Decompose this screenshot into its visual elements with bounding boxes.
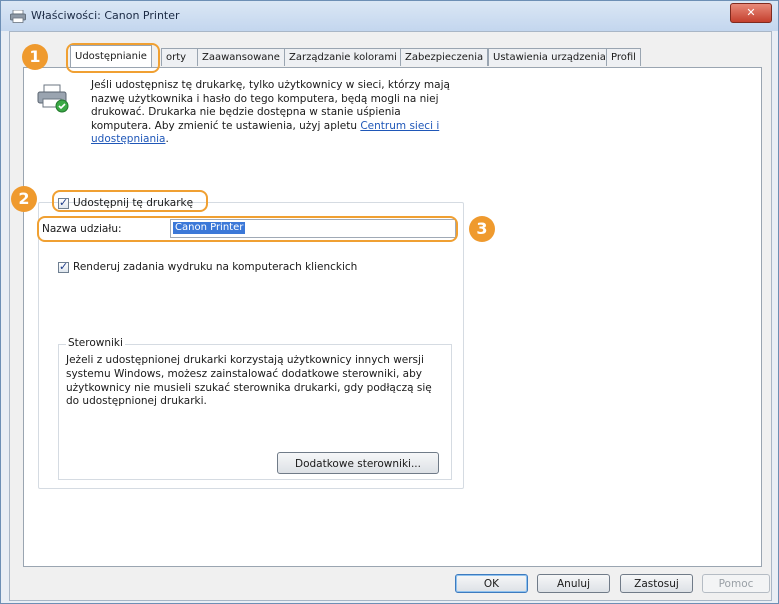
render-jobs-checkbox[interactable]: ✓ <box>58 260 69 273</box>
drivers-description: Jeżeli z udostępnionej drukarki korzysta… <box>66 354 432 408</box>
tab-label: Zarządzanie kolorami <box>289 52 397 63</box>
tab-label: Ustawienia urządzenia <box>493 52 606 63</box>
tab-security[interactable]: Zabezpieczenia <box>400 48 489 66</box>
step-badge-1: 1 <box>22 44 48 70</box>
window-title: Właściwości: Canon Printer <box>31 9 180 22</box>
tab-device-settings[interactable]: Ustawienia urządzenia <box>488 48 611 66</box>
step-badge-3: 3 <box>469 216 495 242</box>
highlight-share-checkbox <box>52 190 208 212</box>
help-button[interactable]: Pomoc <box>702 574 770 593</box>
sharing-info-text: Jeśli udostępnisz tę drukarkę, tylko uży… <box>91 79 450 145</box>
tab-label: Zabezpieczenia <box>405 52 484 63</box>
close-button[interactable]: ✕ <box>730 3 772 23</box>
tab-label: Udostępnianie <box>75 51 147 62</box>
tab-label: orty <box>166 52 187 63</box>
render-jobs-label: Renderuj zadania wydruku na komputerach … <box>73 261 358 273</box>
printer-title-icon <box>10 10 26 23</box>
tab-color-management[interactable]: Zarządzanie kolorami <box>284 48 402 66</box>
title-bar[interactable]: Właściwości: Canon Printer ✕ <box>1 1 778 31</box>
tab-advanced[interactable]: Zaawansowane <box>197 48 285 66</box>
tab-label: Profil <box>611 52 636 63</box>
drivers-legend: Sterowniki <box>66 337 125 349</box>
apply-button[interactable]: Zastosuj <box>620 574 693 593</box>
tab-label: Zaawansowane <box>202 52 280 63</box>
shared-printer-icon <box>37 84 69 113</box>
highlight-share-name <box>37 216 458 242</box>
checkmark-icon: ✓ <box>59 260 69 273</box>
additional-drivers-button[interactable]: Dodatkowe sterowniki... <box>277 452 439 474</box>
tab-sharing[interactable]: Udostępnianie <box>70 45 152 67</box>
tab-profile[interactable]: Profil <box>606 48 641 66</box>
step-badge-2: 2 <box>11 186 37 212</box>
cancel-button[interactable]: Anuluj <box>537 574 610 593</box>
ok-button[interactable]: OK <box>455 574 528 593</box>
